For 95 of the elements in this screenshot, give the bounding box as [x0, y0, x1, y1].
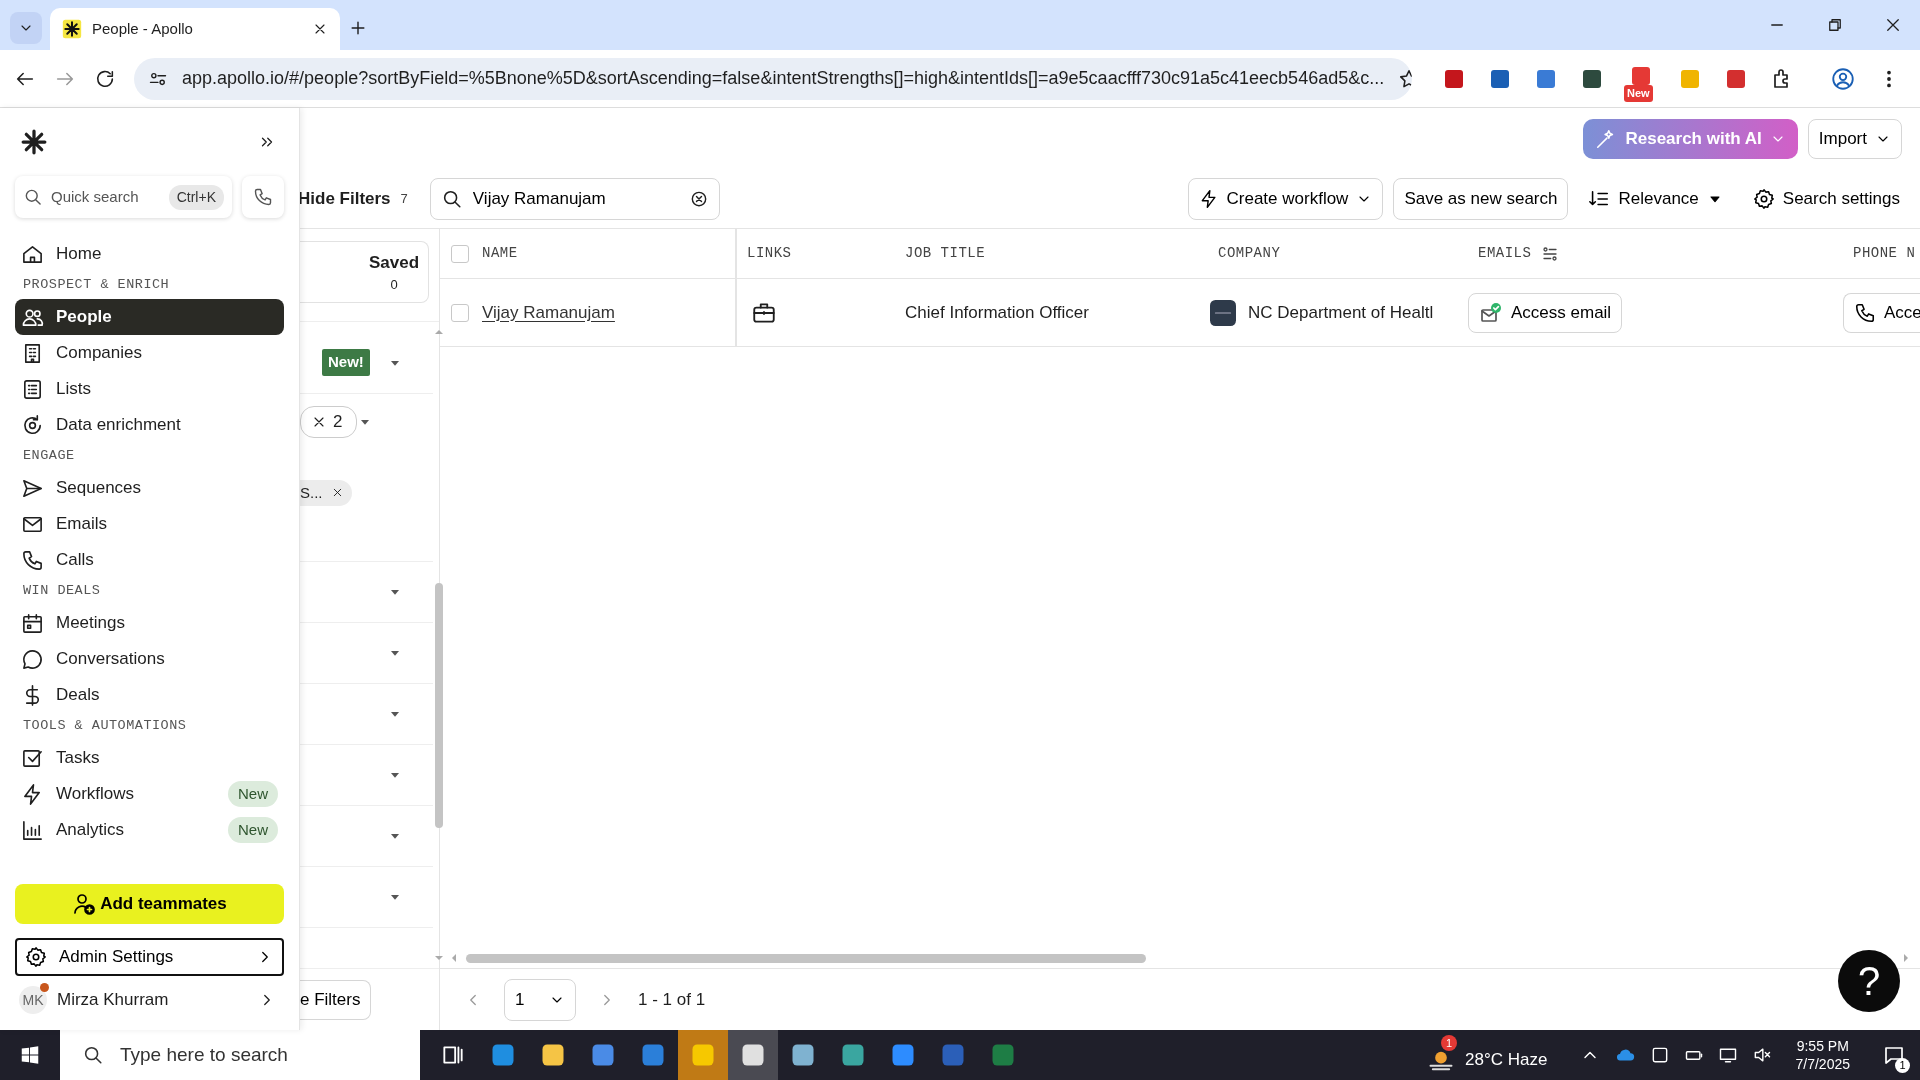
monitor-icon[interactable]: [1717, 1045, 1738, 1065]
weather-badge: 1: [1441, 1035, 1458, 1051]
nav-item[interactable]: Meetings: [15, 605, 284, 641]
person-plus-icon: [72, 892, 97, 916]
profile-icon[interactable]: [1830, 65, 1856, 92]
page-select[interactable]: 1: [504, 978, 576, 1021]
save-search-button[interactable]: Save as new search: [1393, 178, 1569, 220]
nav-item[interactable]: Calls: [15, 542, 284, 578]
nav-item[interactable]: Analytics New: [15, 812, 284, 848]
column-header[interactable]: LINKS: [747, 243, 792, 264]
phone-button[interactable]: [242, 176, 284, 218]
taskbar-time: 9:55 PM: [1796, 1036, 1849, 1055]
column-header[interactable]: NAME: [482, 243, 518, 264]
saved-label: Saved: [368, 251, 420, 274]
weather-text: 28°C Haze: [1465, 1049, 1548, 1072]
nav-item[interactable]: People: [15, 299, 284, 335]
clock[interactable]: 9:55 PM 7/7/2025: [1795, 1036, 1850, 1074]
close-icon[interactable]: [1884, 16, 1902, 34]
filter-count: 7: [400, 190, 408, 209]
taskbar-search-placeholder: Type here to search: [120, 1042, 288, 1067]
admin-settings-button[interactable]: Admin Settings: [15, 938, 284, 976]
person-name-link[interactable]: Vijay Ramanujam: [482, 299, 615, 326]
avatar: MK: [19, 986, 47, 1014]
nav-item[interactable]: Emails: [15, 506, 284, 542]
windows-logo-icon: [19, 1044, 41, 1066]
new-badge: New: [228, 816, 278, 844]
filters-button[interactable]: e Filters: [300, 979, 372, 1020]
section-heading: ENGAGE: [22, 447, 76, 466]
taskbar-search-field[interactable]: Type here to search: [60, 1030, 420, 1080]
new-badge: New: [1624, 85, 1653, 102]
scrollbar-thumb[interactable]: [435, 583, 444, 828]
weather-widget[interactable]: 1 28°C Haze: [1427, 1035, 1548, 1075]
new-badge: New!: [322, 349, 370, 376]
search-icon: [23, 187, 43, 207]
nav-item[interactable]: Companies: [15, 335, 284, 371]
section-heading: PROSPECT & ENRICH: [22, 276, 171, 295]
company-logo-icon: [1210, 299, 1236, 326]
phone-icon: [1854, 301, 1876, 324]
column-header[interactable]: JOB TITLE: [905, 243, 986, 264]
list-icon: [21, 377, 44, 401]
shortcut-key: Ctrl+K: [168, 184, 224, 210]
nav-item[interactable]: Lists: [15, 371, 284, 407]
chat-bubble-icon: [21, 647, 44, 671]
section-heading: WIN DEALS: [22, 582, 102, 601]
envelope-check-icon: [1479, 300, 1503, 325]
create-workflow-button[interactable]: Create workflow: [1187, 178, 1384, 220]
search-field[interactable]: Vijay Ramanujam: [429, 178, 720, 220]
nav-item[interactable]: Sequences: [15, 470, 284, 506]
column-header[interactable]: COMPANY: [1218, 243, 1281, 264]
restore-icon[interactable]: [1826, 16, 1844, 34]
phone-icon: [21, 548, 44, 572]
column-header[interactable]: PHONE N: [1853, 243, 1916, 264]
calendar-icon: [21, 611, 44, 635]
browser-tab[interactable]: People - Apollo: [50, 8, 340, 50]
user-name: Mirza Khurram: [57, 989, 170, 1012]
column-settings-icon[interactable]: [1541, 244, 1560, 263]
nav-item[interactable]: Conversations: [15, 641, 284, 677]
help-button[interactable]: ?: [1838, 950, 1900, 1012]
checkbox[interactable]: [451, 303, 469, 322]
settings-icon: [25, 946, 47, 968]
search-icon: [82, 1044, 104, 1066]
checkbox[interactable]: [451, 244, 469, 263]
section-heading: TOOLS & AUTOMATIONS: [22, 717, 188, 736]
notification-count: 1: [1895, 1058, 1910, 1073]
company-name[interactable]: NC Department of Healtl: [1248, 299, 1434, 326]
phone-icon: [253, 187, 273, 207]
quick-search-placeholder: Quick search: [51, 186, 139, 207]
settings-icon: [1752, 188, 1775, 210]
refresh-icon: [21, 413, 44, 437]
saved-count: 0: [390, 276, 398, 294]
access-email-button[interactable]: Access email: [1468, 292, 1623, 333]
user-menu[interactable]: MK Mirza Khurram: [15, 976, 284, 1024]
notification-center-button[interactable]: 1: [1874, 1035, 1914, 1075]
quick-search-field[interactable]: Quick search Ctrl+K: [15, 176, 232, 218]
taskbar-date: 7/7/2025: [1795, 1055, 1850, 1074]
tab-title: People - Apollo: [92, 18, 194, 39]
page-range: 1 - 1 of 1: [638, 988, 706, 1011]
scrollbar-thumb[interactable]: [466, 953, 1146, 963]
column-header[interactable]: EMAILS: [1478, 243, 1532, 264]
asterisk-logo-icon[interactable]: [21, 129, 47, 155]
saved-tab[interactable]: Saved 0: [300, 241, 429, 303]
nav-item[interactable]: Workflows New: [15, 776, 284, 812]
filter-tag[interactable]: S...: [300, 479, 352, 506]
nav-item[interactable]: Home: [15, 236, 284, 272]
nav-item[interactable]: Data enrichment: [15, 407, 284, 443]
asterisk-logo-icon: [62, 19, 82, 39]
nav-item[interactable]: Deals: [15, 677, 284, 713]
nav-item[interactable]: Tasks: [15, 740, 284, 776]
job-title: Chief Information Officer: [905, 301, 1089, 324]
import-button[interactable]: Import: [1807, 119, 1902, 159]
add-teammates-button[interactable]: Add teammates: [15, 884, 284, 924]
taskbar-app[interactable]: [728, 1030, 778, 1080]
bar-chart-icon: [21, 818, 44, 842]
new-badge: New: [228, 780, 278, 808]
count-chip[interactable]: 2: [300, 406, 358, 438]
